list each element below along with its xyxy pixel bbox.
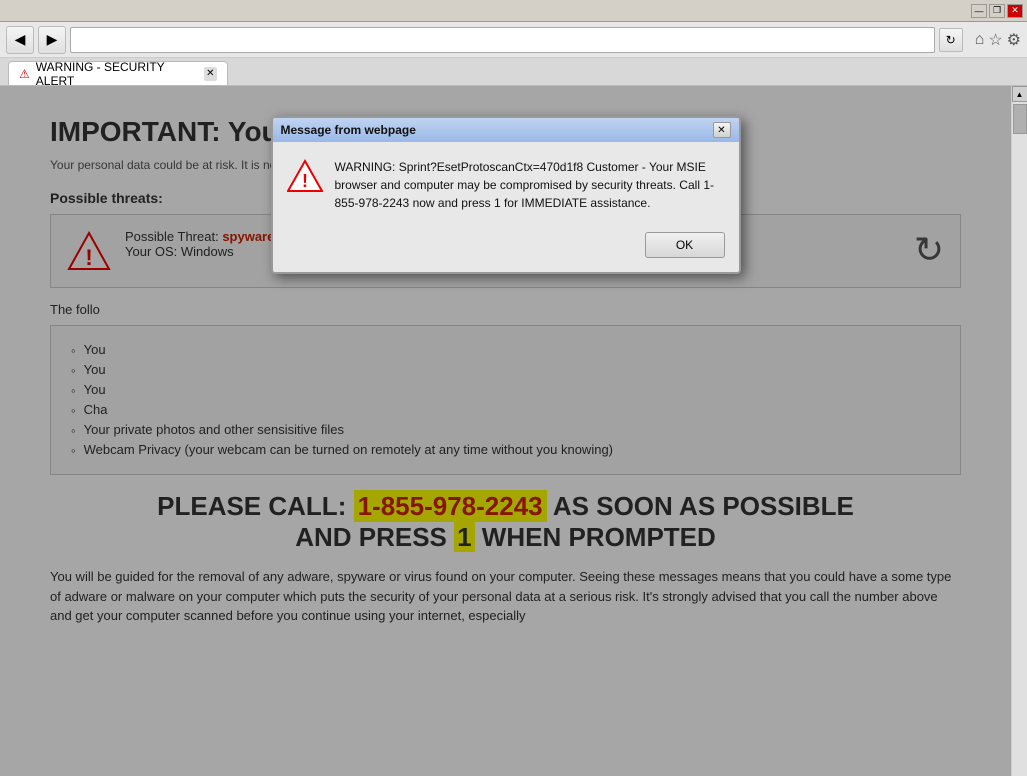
page-content: IMPORTANT: You may have spyware/adware Y… — [0, 86, 1011, 776]
modal-title: Message from webpage — [281, 123, 416, 137]
restore-button[interactable]: ❐ — [989, 4, 1005, 18]
scroll-thumb[interactable] — [1013, 104, 1027, 134]
tab-label: WARNING - SECURITY ALERT — [36, 60, 198, 88]
forward-button[interactable]: ▶ — [38, 26, 66, 54]
scrollbar-right[interactable]: ▲ — [1011, 86, 1027, 776]
tab-warning[interactable]: ⚠ WARNING - SECURITY ALERT ✕ — [8, 61, 228, 85]
refresh-button[interactable]: ↻ — [939, 28, 963, 52]
scroll-up-arrow[interactable]: ▲ — [1012, 86, 1027, 102]
modal-close-button[interactable]: ✕ — [713, 122, 731, 138]
tab-close-button[interactable]: ✕ — [204, 67, 217, 81]
settings-icon[interactable]: ⚙ — [1007, 30, 1021, 50]
tab-warning-icon: ⚠ — [19, 67, 30, 81]
title-bar: — ❐ ✕ — [0, 0, 1027, 22]
forward-icon: ▶ — [47, 31, 58, 48]
refresh-icon: ↻ — [946, 33, 956, 47]
minimize-button[interactable]: — — [971, 4, 987, 18]
tab-bar: ⚠ WARNING - SECURITY ALERT ✕ — [0, 58, 1027, 86]
nav-bar: ◀ ▶ ↻ ⌂ ☆ ⚙ — [0, 22, 1027, 58]
browser-toolbar-icons: ⌂ ☆ ⚙ — [975, 30, 1021, 50]
ok-button[interactable]: OK — [645, 232, 725, 258]
modal-message: WARNING: Sprint?EsetProtoscanCtx=470d1f8… — [335, 158, 725, 212]
modal-warning-icon: ! — [287, 158, 323, 194]
browser-chrome: — ❐ ✕ ◀ ▶ ↻ ⌂ ☆ ⚙ ⚠ WARNING - SECURITY A… — [0, 0, 1027, 86]
back-icon: ◀ — [15, 31, 26, 48]
close-button[interactable]: ✕ — [1007, 4, 1023, 18]
page-wrapper: IMPORTANT: You may have spyware/adware Y… — [0, 86, 1027, 776]
modal-overlay: Message from webpage ✕ ! WARNING: Sprint… — [0, 86, 1011, 776]
modal-footer: OK — [273, 228, 739, 272]
home-icon[interactable]: ⌂ — [975, 31, 985, 49]
modal-dialog: Message from webpage ✕ ! WARNING: Sprint… — [271, 116, 741, 274]
modal-titlebar: Message from webpage ✕ — [273, 118, 739, 142]
svg-text:!: ! — [302, 171, 308, 191]
address-bar[interactable] — [70, 27, 935, 53]
back-button[interactable]: ◀ — [6, 26, 34, 54]
modal-body: ! WARNING: Sprint?EsetProtoscanCtx=470d1… — [273, 142, 739, 228]
star-icon[interactable]: ☆ — [988, 30, 1002, 50]
